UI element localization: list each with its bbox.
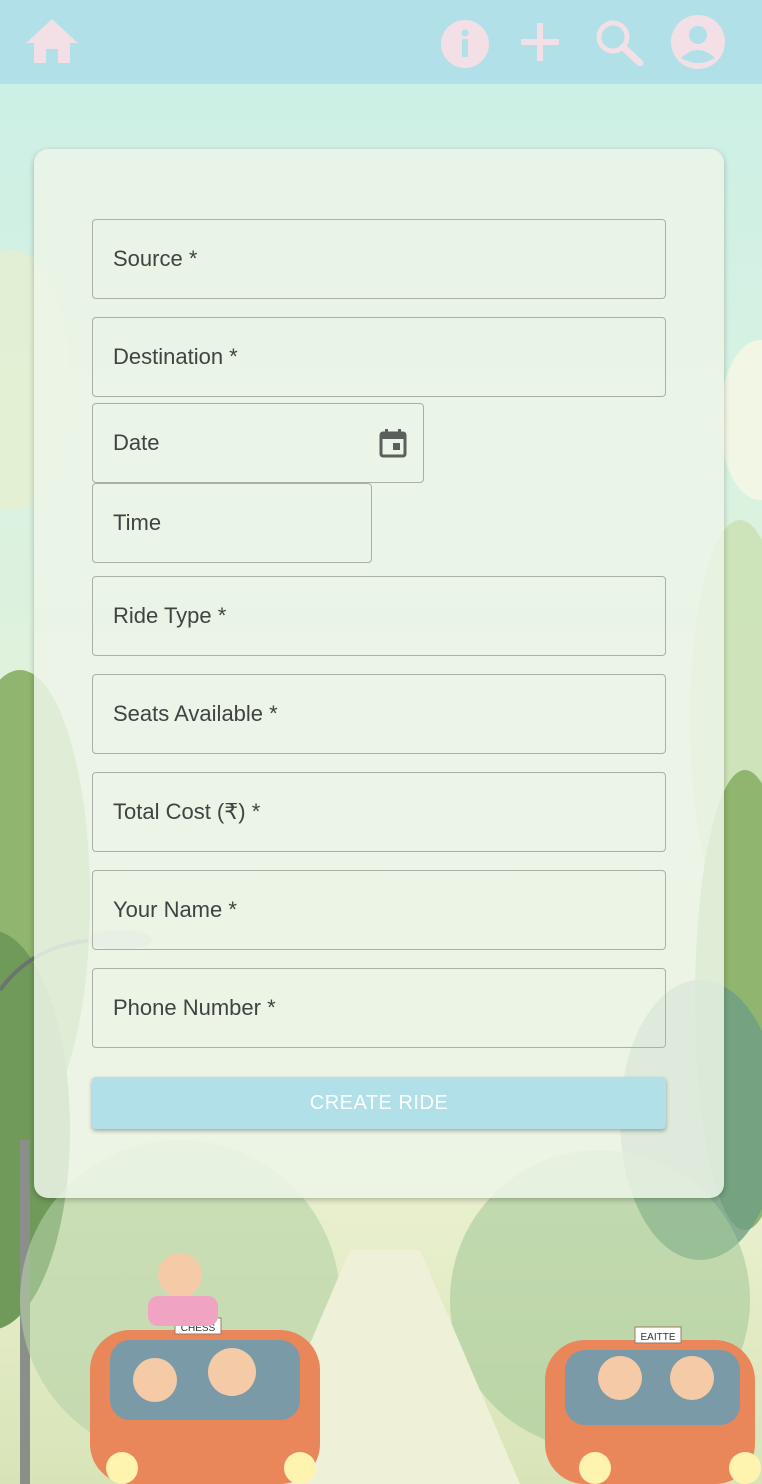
- create-ride-form: Source * Destination * Date Time Ride Ty…: [34, 149, 724, 1198]
- create-ride-button[interactable]: CREATE RIDE: [92, 1077, 666, 1129]
- time-label: Time: [113, 510, 162, 535]
- destination-field[interactable]: Destination *: [92, 317, 666, 397]
- home-icon[interactable]: [24, 17, 80, 65]
- destination-label: Destination *: [113, 344, 238, 369]
- ride-type-field[interactable]: Ride Type *: [92, 576, 666, 656]
- phone-number-field[interactable]: Phone Number *: [92, 968, 666, 1048]
- total-cost-field[interactable]: Total Cost (₹) *: [92, 772, 666, 852]
- search-icon[interactable]: [594, 18, 644, 66]
- add-icon[interactable]: [519, 21, 561, 63]
- seats-available-field[interactable]: Seats Available *: [92, 674, 666, 754]
- car-right-sign: EAITTE: [640, 1332, 675, 1343]
- time-field[interactable]: Time: [92, 483, 372, 563]
- calendar-icon[interactable]: [379, 428, 407, 458]
- info-icon[interactable]: [440, 19, 490, 69]
- source-field[interactable]: Source *: [92, 219, 666, 299]
- your-name-label: Your Name *: [113, 897, 237, 922]
- date-field[interactable]: Date: [92, 403, 424, 483]
- account-icon[interactable]: [670, 14, 726, 70]
- date-label: Date: [113, 430, 160, 455]
- your-name-field[interactable]: Your Name *: [92, 870, 666, 950]
- source-label: Source *: [113, 246, 198, 271]
- phone-number-label: Phone Number *: [113, 995, 276, 1020]
- total-cost-label: Total Cost (₹) *: [113, 799, 261, 824]
- top-navbar: [0, 0, 762, 84]
- seats-available-label: Seats Available *: [113, 701, 278, 726]
- ride-type-label: Ride Type *: [113, 603, 227, 628]
